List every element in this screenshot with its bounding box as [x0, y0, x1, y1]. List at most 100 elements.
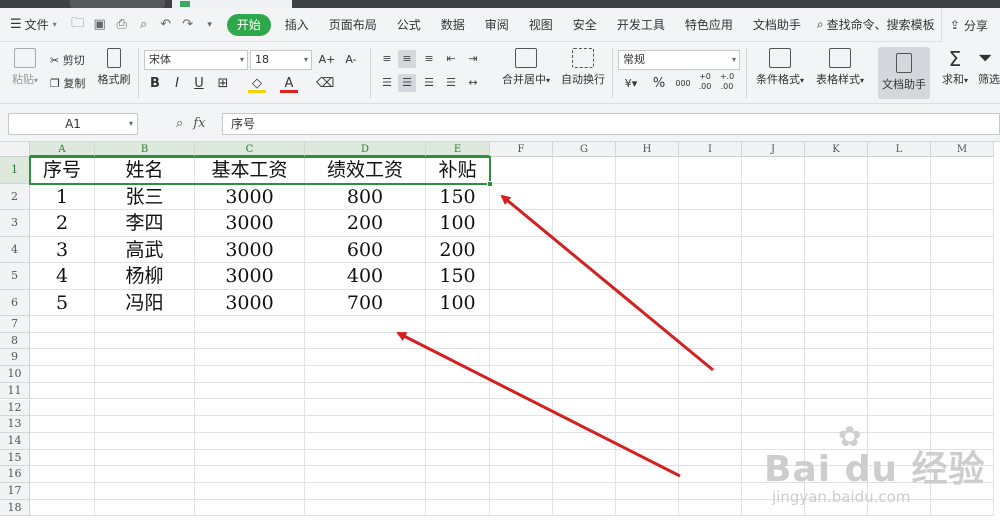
empty-cell[interactable] — [616, 316, 679, 333]
increase-decimal-button[interactable]: +0 .00 — [696, 72, 714, 91]
decrease-font-button[interactable]: A- — [340, 51, 362, 69]
empty-cell[interactable] — [426, 449, 490, 467]
fill-color-icon[interactable]: ◇ — [248, 75, 266, 93]
empty-cell[interactable] — [195, 382, 305, 400]
empty-cell[interactable] — [805, 349, 868, 367]
empty-cell[interactable] — [931, 332, 994, 350]
row-header-15[interactable]: 15 — [0, 449, 30, 467]
empty-cell[interactable] — [95, 432, 195, 450]
empty-cell[interactable] — [490, 263, 553, 290]
data-cell-c6[interactable]: 3000 — [195, 289, 305, 316]
copy-button[interactable]: ❐ 复制 — [50, 75, 85, 91]
tab-data[interactable]: 数据 — [431, 8, 475, 42]
tab-home[interactable]: 开始 — [226, 13, 271, 36]
distributed-icon[interactable]: ↔ — [464, 74, 482, 92]
empty-cell[interactable] — [553, 210, 616, 237]
empty-cell[interactable] — [742, 316, 805, 333]
empty-cell[interactable] — [95, 483, 195, 500]
formula-input[interactable]: 序号 — [222, 113, 1000, 135]
column-header-k[interactable]: K — [805, 142, 868, 157]
empty-cell[interactable] — [805, 210, 868, 237]
empty-cell[interactable] — [931, 316, 994, 333]
empty-cell[interactable] — [868, 289, 931, 316]
empty-cell[interactable] — [805, 157, 868, 184]
doc-assistant-button[interactable]: 文档助手 — [878, 47, 930, 99]
filter-button[interactable]: ⏷ 筛选 — [978, 48, 1000, 87]
empty-cell[interactable] — [30, 349, 95, 367]
empty-cell[interactable] — [426, 332, 490, 350]
empty-cell[interactable] — [195, 332, 305, 350]
empty-cell[interactable] — [426, 416, 490, 433]
align-center-icon[interactable]: ☰ — [398, 74, 416, 92]
header-cell-b[interactable]: 姓名 — [95, 157, 195, 184]
empty-cell[interactable] — [868, 316, 931, 333]
column-header-j[interactable]: J — [742, 142, 805, 157]
empty-cell[interactable] — [931, 263, 994, 290]
empty-cell[interactable] — [553, 382, 616, 400]
row-header-10[interactable]: 10 — [0, 366, 30, 383]
empty-cell[interactable] — [553, 499, 616, 517]
empty-cell[interactable] — [30, 499, 95, 517]
empty-cell[interactable] — [490, 416, 553, 433]
header-cell-c[interactable]: 基本工资 — [195, 157, 305, 184]
empty-cell[interactable] — [616, 432, 679, 450]
data-cell-d5[interactable]: 400 — [305, 263, 426, 290]
empty-cell[interactable] — [30, 382, 95, 400]
font-name-select[interactable]: 宋体 ▾ — [144, 50, 248, 70]
conditional-format-button[interactable]: 条件格式▾ — [752, 48, 808, 87]
empty-cell[interactable] — [868, 382, 931, 400]
data-cell-a5[interactable]: 4 — [30, 263, 95, 290]
data-cell-e5[interactable]: 150 — [426, 263, 490, 290]
empty-cell[interactable] — [679, 289, 742, 316]
empty-cell[interactable] — [426, 316, 490, 333]
empty-cell[interactable] — [426, 349, 490, 367]
row-header-16[interactable]: 16 — [0, 466, 30, 483]
empty-cell[interactable] — [95, 399, 195, 417]
empty-cell[interactable] — [805, 263, 868, 290]
tab-page-layout[interactable]: 页面布局 — [319, 8, 387, 42]
empty-cell[interactable] — [95, 332, 195, 350]
row-header-17[interactable]: 17 — [0, 483, 30, 500]
empty-cell[interactable] — [95, 349, 195, 367]
empty-cell[interactable] — [490, 399, 553, 417]
format-painter-button[interactable]: 格式刷 — [96, 48, 132, 87]
empty-cell[interactable] — [805, 183, 868, 210]
empty-cell[interactable] — [616, 332, 679, 350]
empty-cell[interactable] — [553, 349, 616, 367]
empty-cell[interactable] — [868, 236, 931, 263]
empty-cell[interactable] — [305, 483, 426, 500]
sum-button[interactable]: Σ 求和▾ — [938, 48, 972, 87]
empty-cell[interactable] — [305, 366, 426, 383]
row-header-11[interactable]: 11 — [0, 382, 30, 400]
wrap-text-button[interactable]: 自动换行 — [560, 48, 606, 87]
empty-cell[interactable] — [95, 499, 195, 517]
empty-cell[interactable] — [616, 289, 679, 316]
row-header-13[interactable]: 13 — [0, 416, 30, 433]
empty-cell[interactable] — [553, 466, 616, 483]
empty-cell[interactable] — [305, 499, 426, 517]
empty-cell[interactable] — [679, 432, 742, 450]
align-right-icon[interactable]: ☰ — [420, 74, 438, 92]
empty-cell[interactable] — [742, 289, 805, 316]
empty-cell[interactable] — [679, 332, 742, 350]
empty-cell[interactable] — [805, 332, 868, 350]
empty-cell[interactable] — [616, 466, 679, 483]
empty-cell[interactable] — [679, 366, 742, 383]
empty-cell[interactable] — [553, 316, 616, 333]
row-header-5[interactable]: 5 — [0, 263, 30, 290]
empty-cell[interactable] — [305, 349, 426, 367]
empty-cell[interactable] — [195, 466, 305, 483]
empty-cell[interactable] — [931, 210, 994, 237]
empty-cell[interactable] — [305, 316, 426, 333]
open-folder-icon[interactable]: 🗀 — [69, 14, 87, 36]
empty-cell[interactable] — [616, 366, 679, 383]
empty-cell[interactable] — [931, 183, 994, 210]
empty-cell[interactable] — [195, 499, 305, 517]
row-header-14[interactable]: 14 — [0, 432, 30, 450]
data-cell-c4[interactable]: 3000 — [195, 236, 305, 263]
align-left-icon[interactable]: ☰ — [378, 74, 396, 92]
empty-cell[interactable] — [305, 332, 426, 350]
column-header-l[interactable]: L — [868, 142, 931, 157]
row-header-8[interactable]: 8 — [0, 332, 30, 350]
empty-cell[interactable] — [426, 399, 490, 417]
